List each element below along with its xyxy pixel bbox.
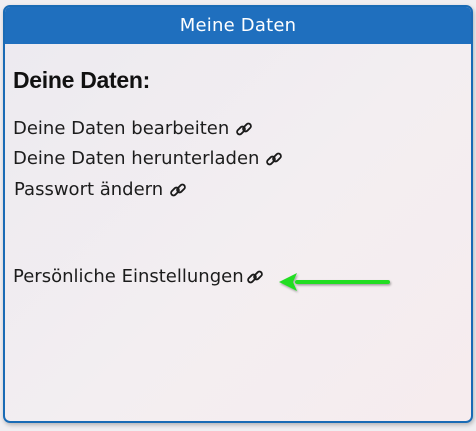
my-data-panel: Meine Daten Deine Daten: Deine Daten bea… [3, 5, 473, 423]
change-password-link[interactable]: Passwort ändern [14, 179, 188, 200]
download-data-link-label: Deine Daten herunterladen [13, 148, 260, 169]
personal-settings-link[interactable]: Persönliche Einstellungen [13, 266, 265, 287]
link-icon [168, 180, 188, 200]
link-icon [264, 149, 284, 169]
edit-data-link[interactable]: Deine Daten bearbeiten [13, 118, 254, 139]
personal-settings-link-label: Persönliche Einstellungen [13, 266, 244, 287]
change-password-link-label: Passwort ändern [14, 179, 164, 200]
link-icon [245, 267, 265, 287]
edit-data-link-label: Deine Daten bearbeiten [13, 118, 230, 139]
annotation-arrow-icon [279, 273, 390, 291]
panel-title: Meine Daten [5, 7, 471, 44]
link-icon [234, 119, 254, 139]
section-heading: Deine Daten: [13, 67, 150, 93]
download-data-link[interactable]: Deine Daten herunterladen [13, 148, 284, 169]
